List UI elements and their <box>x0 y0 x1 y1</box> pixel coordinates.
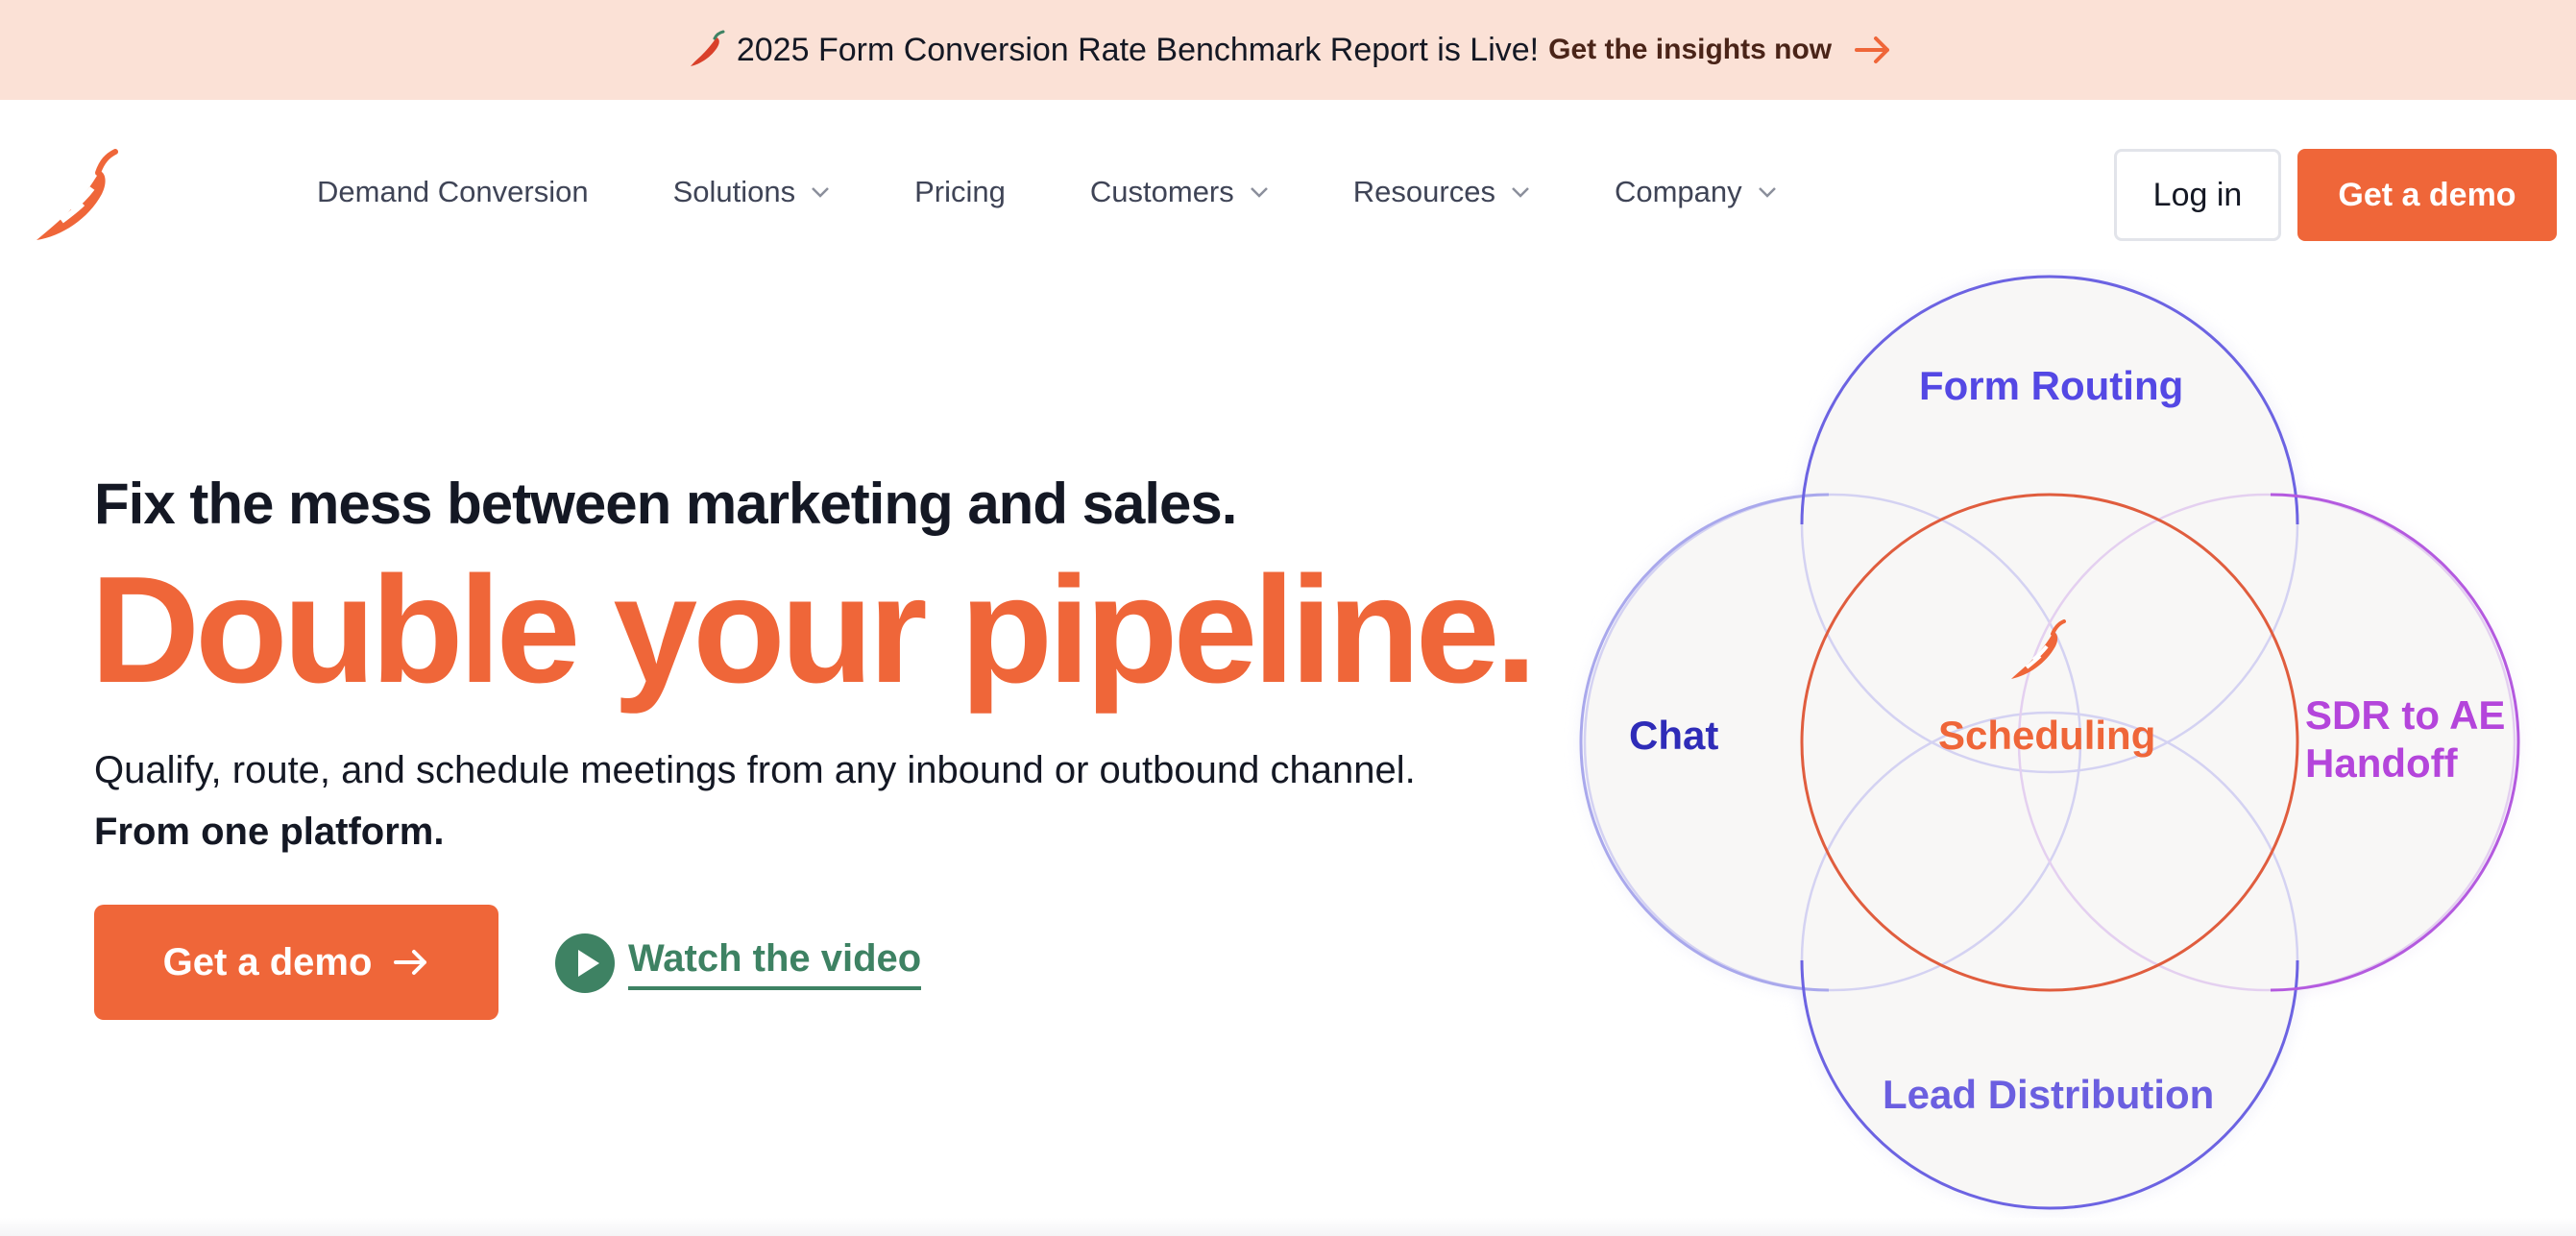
login-button[interactable]: Log in <box>2114 149 2281 241</box>
play-icon <box>555 933 615 993</box>
arrow-right-icon <box>394 950 427 975</box>
nav-item-company[interactable]: Company <box>1615 175 1777 209</box>
hero-get-demo-button[interactable]: Get a demo <box>94 905 498 1020</box>
nav-item-label: Solutions <box>672 175 796 208</box>
top-navigation: Demand Conversion Solutions Pricing Cust… <box>0 100 2576 292</box>
announcement-banner: 2025 Form Conversion Rate Benchmark Repo… <box>0 0 2576 100</box>
nav-item-label: Customers <box>1089 175 1234 208</box>
chevron-down-icon <box>1512 187 1529 198</box>
nav-item-solutions[interactable]: Solutions <box>673 175 831 209</box>
nav-item-pricing[interactable]: Pricing <box>914 175 1006 209</box>
watch-video-link[interactable]: Watch the video <box>555 933 922 993</box>
chevron-down-icon <box>812 187 830 198</box>
get-demo-button[interactable]: Get a demo <box>2297 149 2557 241</box>
arrow-right-icon[interactable] <box>1855 36 1891 64</box>
hero-subtitle: Qualify, route, and schedule meetings fr… <box>94 739 1420 862</box>
nav-item-label: Pricing <box>914 175 1006 208</box>
nav-item-resources[interactable]: Resources <box>1353 175 1530 209</box>
chili-pepper-logo[interactable] <box>33 146 125 252</box>
hero-subtitle-bold: From one platform. <box>94 811 445 853</box>
chevron-down-icon <box>1250 187 1268 198</box>
chili-pepper-icon <box>690 30 725 66</box>
venn-label-sdr-line2: Handoff <box>2305 740 2458 786</box>
nav-item-demand-conversion[interactable]: Demand Conversion <box>317 175 589 209</box>
venn-label-sdr-line1: SDR to AE <box>2305 692 2506 738</box>
banner-cta-link[interactable]: Get the insights now <box>1548 34 1832 66</box>
hero-eyebrow: Fix the mess between marketing and sales… <box>94 472 1237 536</box>
nav-item-label: Resources <box>1352 175 1495 208</box>
hero-demo-label: Get a demo <box>162 940 373 983</box>
nav-item-customers[interactable]: Customers <box>1090 175 1269 209</box>
main-menu: Demand Conversion Solutions Pricing Cust… <box>317 175 1861 209</box>
chevron-down-icon <box>1758 187 1776 198</box>
nav-item-label: Company <box>1614 175 1742 208</box>
banner-message: 2025 Form Conversion Rate Benchmark Repo… <box>736 31 1540 68</box>
bottom-fade <box>0 1218 2576 1236</box>
venn-label-scheduling: Scheduling <box>1938 713 2156 758</box>
feature-venn-diagram: Form Routing Chat Scheduling SDR to AE H… <box>1556 269 2576 1236</box>
venn-label-form-routing: Form Routing <box>1919 363 2184 408</box>
nav-item-label: Demand Conversion <box>317 175 589 208</box>
venn-label-sdr-handoff: SDR to AE Handoff <box>2305 691 2505 788</box>
hero-subtitle-text: Qualify, route, and schedule meetings fr… <box>94 749 1416 791</box>
venn-label-lead-distribution: Lead Distribution <box>1883 1072 2215 1117</box>
venn-label-chat: Chat <box>1629 713 1719 758</box>
hero-headline: Double your pipeline. <box>90 545 1537 715</box>
watch-video-label: Watch the video <box>628 937 922 990</box>
